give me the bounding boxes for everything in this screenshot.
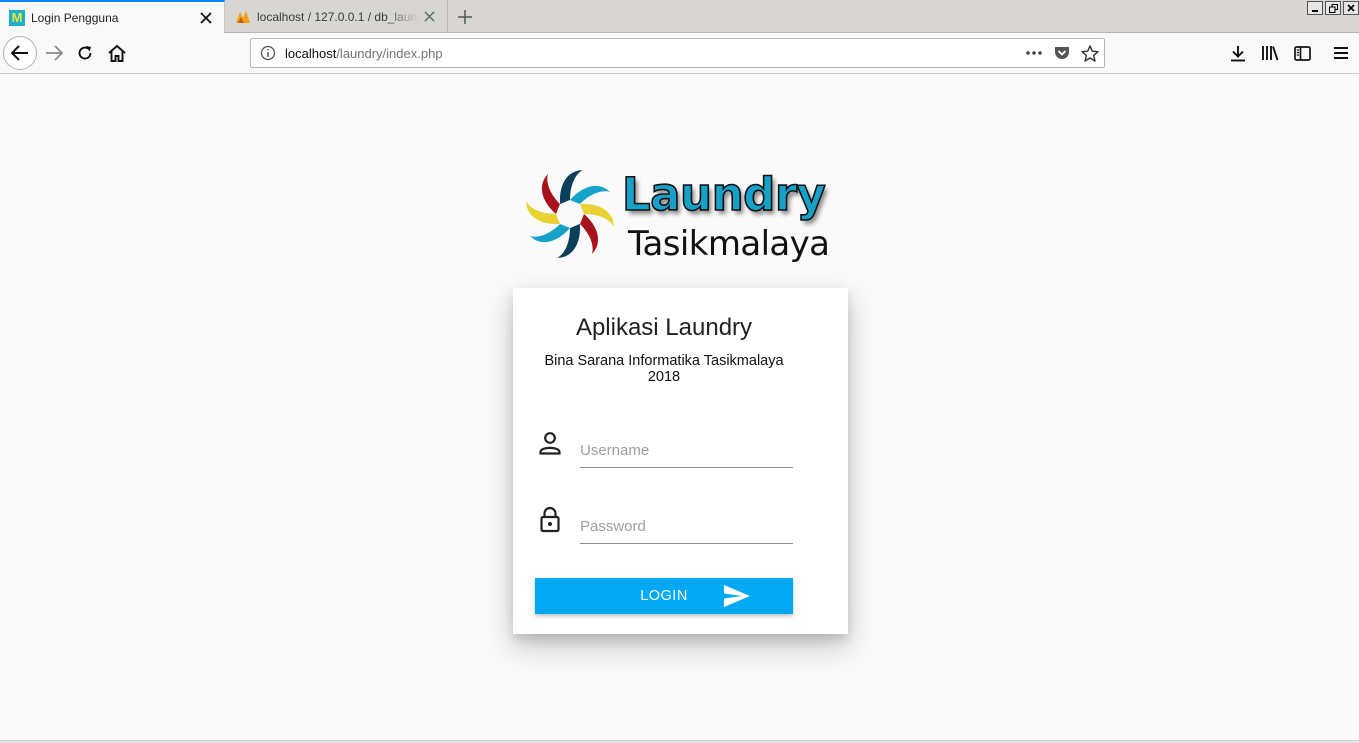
url-host: localhost — [285, 45, 337, 61]
page-actions-button[interactable] — [1020, 39, 1048, 67]
username-input[interactable] — [580, 434, 793, 468]
window-controls — [1307, 1, 1359, 15]
pocket-button[interactable] — [1048, 39, 1076, 67]
back-button[interactable] — [3, 36, 37, 70]
app-title: Aplikasi Laundry — [575, 314, 753, 341]
url-path: /laundry/index.php — [336, 45, 443, 61]
navigation-toolbar: localhost/laundry/index.php — [0, 33, 1359, 74]
login-button[interactable]: LOGIN — [535, 578, 793, 614]
new-tab-plus-icon[interactable] — [452, 5, 478, 29]
logo-blade — [580, 214, 599, 254]
person-icon — [539, 432, 561, 455]
minimize-icon[interactable] — [1307, 1, 1323, 15]
laundry-tasikmalaya-logo: Laundry Tasikmalaya — [520, 162, 830, 272]
tab-login-pengguna[interactable]: M Login Pengguna — [0, 0, 225, 34]
close-tab-icon[interactable] — [196, 8, 216, 28]
login-button-label: LOGIN — [640, 588, 688, 604]
library-icon — [1262, 46, 1279, 61]
pocket-icon — [1055, 46, 1069, 59]
downloads-button[interactable] — [1222, 37, 1254, 69]
password-field — [535, 506, 793, 552]
arrow-right-icon — [46, 45, 63, 61]
site-info-icon[interactable] — [260, 45, 276, 61]
restore-icon[interactable] — [1325, 1, 1341, 15]
home-icon — [108, 44, 126, 62]
laundry-favicon-icon: M — [9, 10, 25, 26]
menu-button[interactable] — [1325, 37, 1357, 69]
username-field — [535, 430, 793, 476]
send-icon — [724, 585, 750, 607]
reload-button[interactable] — [69, 37, 101, 69]
arrow-left-icon — [11, 45, 28, 61]
close-tab-icon[interactable] — [419, 7, 439, 27]
logo-blade — [541, 174, 560, 214]
library-button[interactable] — [1254, 37, 1286, 69]
download-icon — [1231, 45, 1245, 61]
home-button[interactable] — [101, 37, 133, 69]
pinwheel-logo-icon — [526, 170, 614, 258]
logo-subtitle: Tasikmalaya — [628, 224, 830, 264]
lock-icon — [540, 506, 560, 533]
bookmark-star-button[interactable] — [1076, 39, 1104, 67]
tab-strip: M Login Pengguna localhost / 127.0.0.1 /… — [0, 0, 1359, 34]
tab-phpmyadmin[interactable]: localhost / 127.0.0.1 / db_laundry — [226, 0, 448, 33]
url-text[interactable]: localhost/laundry/index.php — [285, 46, 1020, 61]
tab-title: Login Pengguna — [31, 11, 119, 25]
hamburger-menu-icon — [1334, 47, 1348, 59]
more-dots-icon — [1026, 51, 1042, 55]
sidebar-toggle-button[interactable] — [1286, 37, 1318, 69]
password-input[interactable] — [580, 510, 793, 544]
logo-title: Laundry — [621, 167, 826, 222]
logo-blade — [570, 185, 610, 204]
forward-button[interactable] — [38, 37, 70, 69]
login-card: Aplikasi Laundry Bina Sarana Informatika… — [513, 288, 848, 634]
star-icon — [1081, 44, 1099, 62]
phpmyadmin-favicon-icon — [235, 9, 251, 25]
sidebar-icon — [1293, 45, 1311, 61]
app-subtitle: Bina Sarana Informatika Tasikmalaya 2018 — [544, 353, 784, 385]
reload-icon — [78, 46, 92, 60]
address-bar[interactable]: localhost/laundry/index.php — [250, 38, 1105, 68]
tab-title: localhost / 127.0.0.1 / db_laundry — [257, 9, 419, 24]
logo-blade — [530, 224, 570, 243]
close-window-icon[interactable] — [1343, 1, 1359, 15]
